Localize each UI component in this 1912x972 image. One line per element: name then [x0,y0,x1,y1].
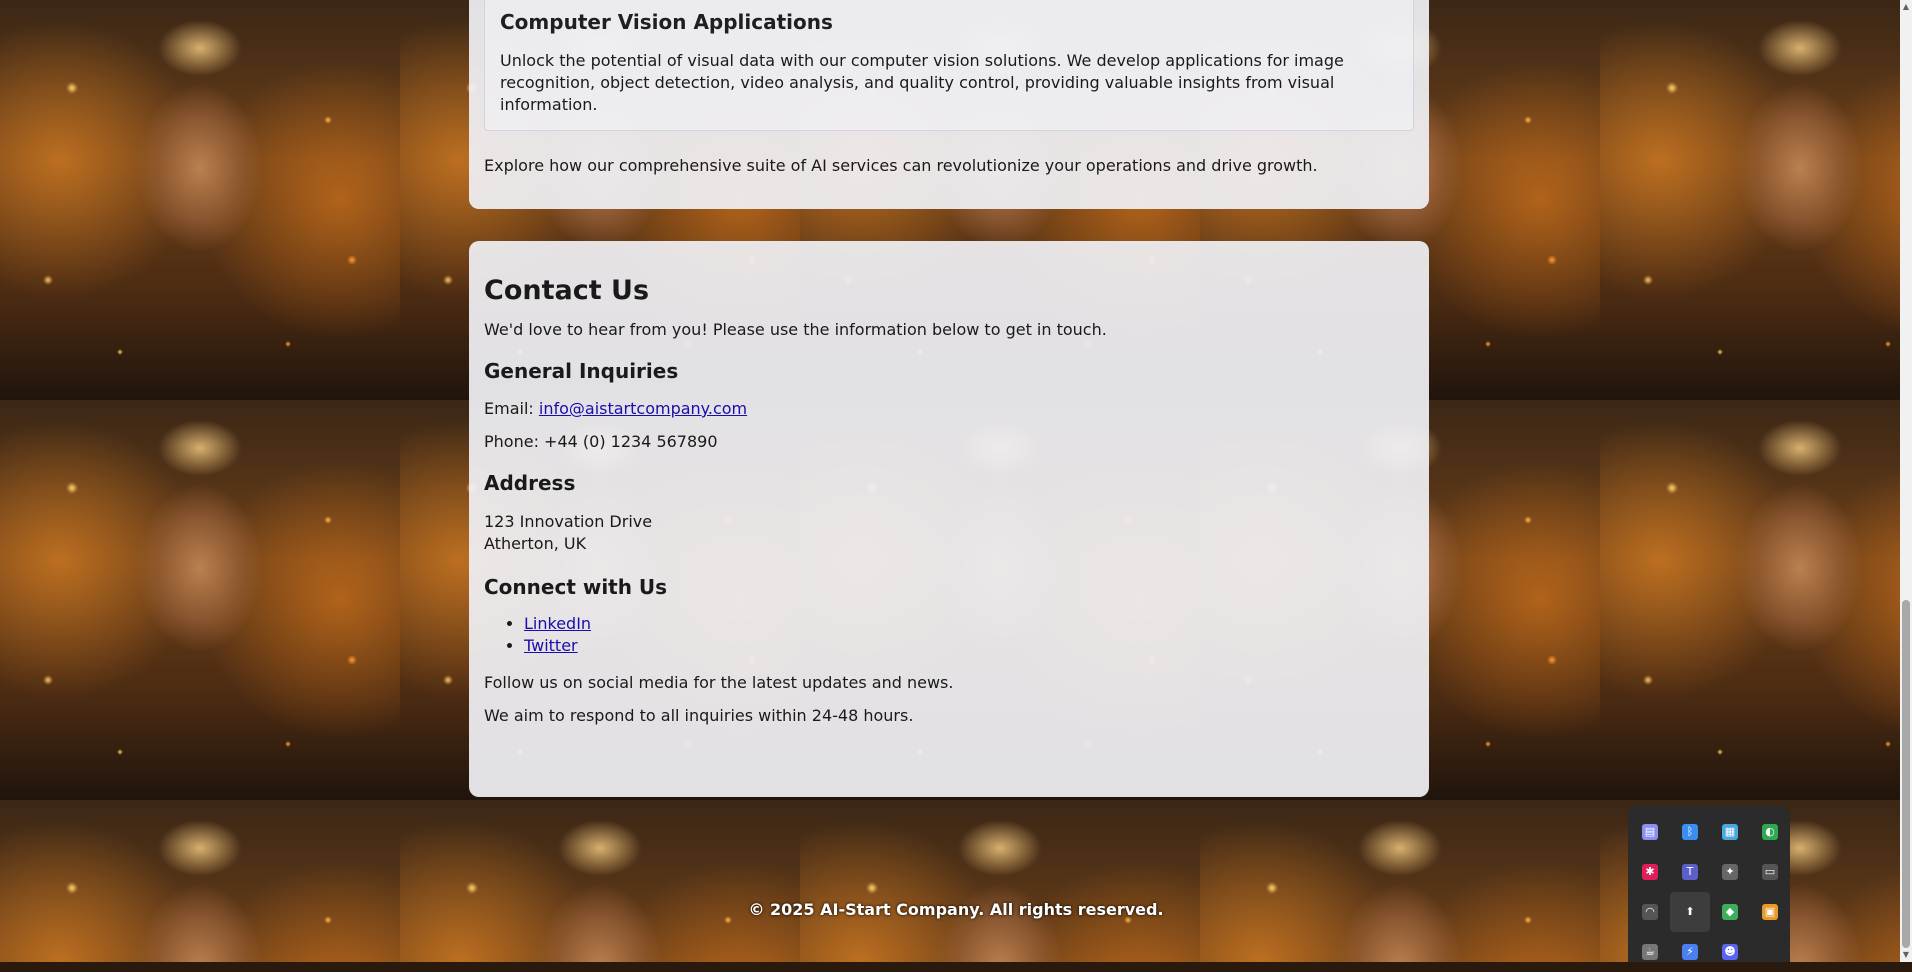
chat-icon-glyph: ▤ [1642,824,1658,840]
layers-app-icon-glyph: ◆ [1722,904,1738,920]
contact-section: Contact Us We'd love to hear from you! P… [469,241,1429,797]
services-explore-text: Explore how our comprehensive suite of A… [484,156,1318,175]
twitter-link[interactable]: Twitter [524,636,578,655]
cup-icon-glyph: ☕ [1642,944,1658,960]
social-links-list: LinkedIn Twitter [484,613,1414,657]
bookmark-app-icon-glyph: ⬆ [1685,905,1695,918]
wifi-icon[interactable]: ◠ [1630,892,1670,932]
address-line-2: Atherton, UK [484,534,587,553]
teams-icon-glyph: T [1682,864,1698,880]
wifi-icon-glyph: ◠ [1642,904,1658,920]
battery-icon-glyph: ▭ [1762,864,1778,880]
vertical-scrollbar[interactable]: ▲ ▼ [1900,0,1912,962]
scrollbar-thumb[interactable] [1902,600,1910,948]
slack-icon[interactable]: ✱ [1630,852,1670,892]
general-inquiries-heading: General Inquiries [484,359,679,383]
bookmark-app-icon[interactable]: ⬆ [1670,892,1710,932]
scroll-up-arrow-icon[interactable]: ▲ [1900,0,1912,14]
follow-text: Follow us on social media for the latest… [484,673,954,692]
page-footer: © 2025 AI-Start Company. All rights rese… [0,900,1912,919]
shield-app-icon-glyph: ◐ [1762,824,1778,840]
shield-app-icon[interactable]: ◐ [1750,812,1790,852]
linkedin-link[interactable]: LinkedIn [524,614,591,633]
bolt-app-icon-glyph: ⚡ [1682,944,1698,960]
contact-title: Contact Us [484,275,650,306]
email-line: Email: info@aistartcompany.com [484,399,1414,418]
color-palette-icon[interactable]: ▣ [1750,892,1790,932]
battery-icon[interactable]: ▭ [1750,852,1790,892]
address-line-1: 123 Innovation Drive [484,512,653,531]
contact-intro: We'd love to hear from you! Please use t… [484,320,1107,339]
layers-app-icon[interactable]: ◆ [1710,892,1750,932]
teams-icon[interactable]: T [1670,852,1710,892]
discord-icon-glyph: ☻ [1722,944,1738,960]
service-card-title: Computer Vision Applications [500,10,833,34]
connect-heading: Connect with Us [484,575,668,599]
system-tray-overflow: ▤ ᛒ ▦ ◐ ✱ T ✦ ▭ ◠ ⬆ ◆ ▣ ☕ ⚡ ☻ [1628,806,1790,962]
bluetooth-icon[interactable]: ᛒ [1670,812,1710,852]
address-heading: Address [484,471,576,495]
network-monitor-icon-glyph: ▦ [1722,824,1738,840]
scroll-down-arrow-icon[interactable]: ▼ [1900,948,1912,962]
services-section: Computer Vision Applications Unlock the … [469,0,1429,209]
copyright-text: © 2025 AI-Start Company. All rights rese… [748,900,1164,919]
bluetooth-icon-glyph: ᛒ [1682,824,1698,840]
network-monitor-icon[interactable]: ▦ [1710,812,1750,852]
bolt-app-icon[interactable]: ⚡ [1670,932,1710,972]
service-card-text: Unlock the potential of visual data with… [500,51,1344,114]
ai-assistant-icon[interactable]: ✦ [1710,852,1750,892]
phone-line: Phone: +44 (0) 1234 567890 [484,432,718,451]
chat-icon[interactable]: ▤ [1630,812,1670,852]
ai-assistant-icon-glyph: ✦ [1722,864,1738,880]
social-list-item: Twitter [524,635,1414,657]
discord-icon[interactable]: ☻ [1710,932,1750,972]
service-card-computer-vision: Computer Vision Applications Unlock the … [484,0,1414,131]
email-label: Email: [484,399,534,418]
social-list-item: LinkedIn [524,613,1414,635]
response-time-text: We aim to respond to all inquiries withi… [484,706,914,725]
email-link[interactable]: info@aistartcompany.com [539,399,747,418]
color-palette-icon-glyph: ▣ [1762,904,1778,920]
cup-icon[interactable]: ☕ [1630,932,1670,972]
address-block: 123 Innovation Drive Atherton, UK [484,511,1414,555]
slack-icon-glyph: ✱ [1642,864,1658,880]
